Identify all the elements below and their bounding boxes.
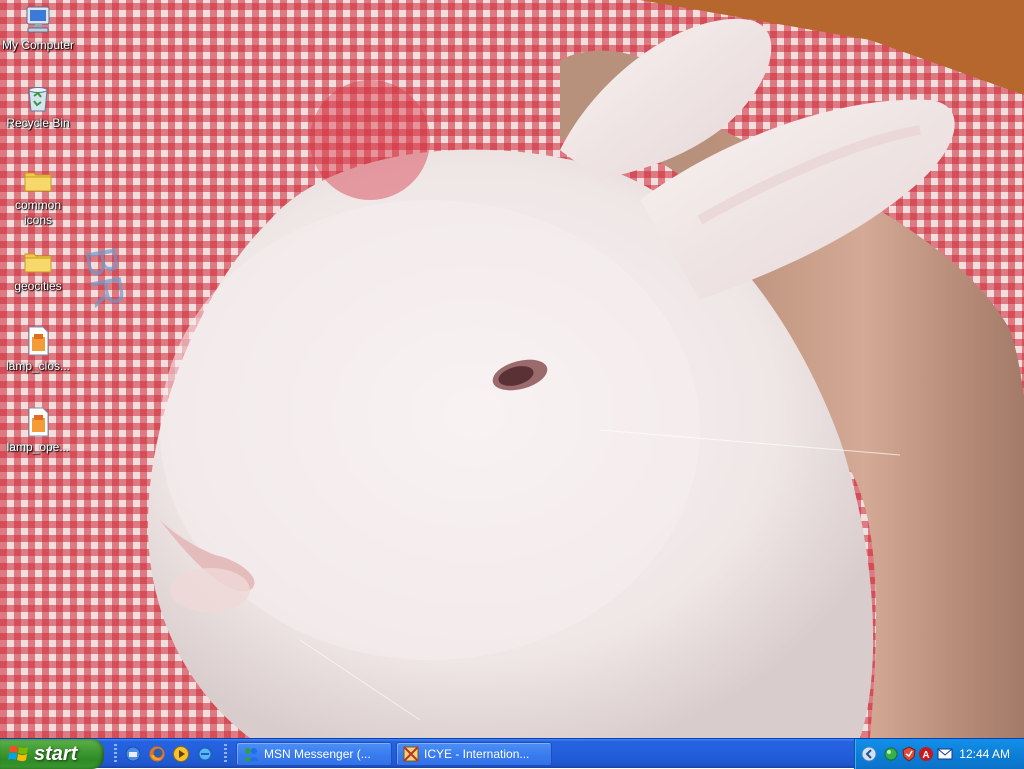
desktop-icon-label: common icons [14, 198, 61, 227]
recycle-bin-icon [28, 87, 48, 112]
wallpaper-rabbit-image: BR [75, 0, 1024, 738]
taskbar-button-msn-messenger[interactable]: MSN Messenger (... [236, 742, 392, 766]
taskbar-button-icye[interactable]: ICYE - Internation... [396, 742, 552, 766]
app-window-icon [403, 746, 419, 762]
image-file-icon [28, 326, 49, 356]
security-icon[interactable] [901, 746, 917, 762]
folder-icon [24, 253, 52, 273]
desktop-icon-my-computer[interactable]: My Computer [0, 4, 76, 53]
folder-icon [24, 172, 52, 192]
msn-messenger-icon [244, 748, 258, 761]
desktop-icon-label: lamp_clos... [5, 359, 71, 373]
desktop-icon-label: lamp_ope... [6, 440, 70, 454]
desktop-icon-geocities[interactable]: geocities [0, 245, 76, 294]
clock[interactable]: 12:44 AM [959, 747, 1010, 761]
desktop-icon-lamp-closed[interactable]: lamp_clos... [0, 325, 76, 374]
start-label: start [34, 742, 78, 765]
desktop-icon-label: geocities [14, 279, 62, 293]
taskbar-button-label: MSN Messenger (... [264, 747, 371, 761]
taskbar-button-label: ICYE - Internation... [424, 747, 530, 761]
svg-text:BR: BR [75, 243, 134, 312]
desktop-icon-common-icons[interactable]: common icons [0, 164, 76, 228]
desktop-icon-recycle-bin[interactable]: Recycle Bin [0, 82, 76, 131]
desktop-icon-lamp-open[interactable]: lamp_ope... [0, 406, 76, 455]
desktop[interactable]: BR My Computer Recycle Bin common icons [0, 0, 1024, 738]
quick-launch-grip[interactable] [114, 744, 117, 764]
svg-text:A: A [922, 750, 929, 761]
show-hidden-icons-chevron[interactable] [861, 746, 877, 762]
windows-logo-icon [8, 745, 28, 762]
desktop-icon-label: Recycle Bin [6, 116, 70, 130]
taskbar: start MSN Messenger (... ICYE - Internat… [0, 738, 1024, 769]
image-file-icon [28, 407, 49, 437]
start-button[interactable]: start [0, 739, 104, 769]
firefox-icon[interactable] [148, 745, 166, 763]
system-tray: A 12:44 AM [854, 739, 1024, 769]
mail-icon[interactable] [937, 746, 953, 762]
antivirus-icon[interactable]: A [918, 746, 934, 762]
desktop-icon-label: My Computer [1, 38, 75, 52]
taskbar-grip[interactable] [224, 744, 227, 764]
internet-explorer-icon[interactable] [196, 745, 214, 763]
my-computer-icon [26, 6, 50, 33]
network-icon[interactable] [883, 746, 899, 762]
media-icon[interactable] [172, 745, 190, 763]
show-desktop-icon[interactable] [124, 745, 142, 763]
